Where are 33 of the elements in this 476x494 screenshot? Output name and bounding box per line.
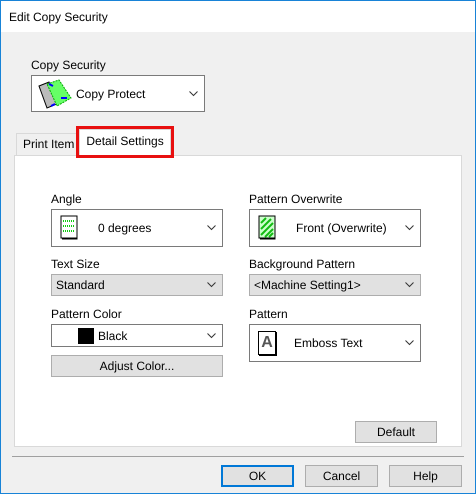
dialog-button[interactable]: OK	[221, 465, 294, 487]
caret-icon	[189, 90, 198, 96]
default-button[interactable]: Default	[355, 421, 437, 443]
dialog-button[interactable]: Cancel	[305, 465, 378, 487]
field-label: Text Size	[51, 257, 101, 271]
dropdown[interactable]: A Emboss Text	[249, 324, 421, 362]
dropdown[interactable]: Front (Overwrite)	[249, 209, 421, 247]
field-label: Background Pattern	[249, 257, 356, 271]
field-label: Copy Security	[31, 58, 107, 72]
hatched-page-icon	[258, 215, 278, 241]
letter-page-icon: A	[258, 331, 276, 355]
caret-icon	[207, 332, 216, 338]
dropdown[interactable]: Black	[51, 324, 223, 347]
field-label: Pattern	[249, 307, 289, 321]
dropdown[interactable]: Standard	[51, 274, 223, 296]
caret-icon	[405, 225, 414, 231]
caret-icon	[207, 225, 216, 231]
copy-protect-icon	[37, 78, 73, 110]
dialog-button[interactable]: Help	[389, 465, 462, 487]
caret-icon	[405, 282, 414, 288]
dropdown[interactable]: <Machine Setting1>	[249, 274, 421, 296]
field-label: Pattern Color	[51, 307, 123, 321]
page-icon	[60, 215, 80, 241]
dropdown[interactable]: 0 degrees	[51, 209, 223, 247]
adjust-color-button[interactable]: Adjust Color...	[51, 355, 223, 377]
tab[interactable]: Detail Settings	[79, 129, 171, 156]
color-swatch	[78, 328, 94, 344]
window-title: Edit Copy Security	[9, 10, 108, 24]
caret-icon	[207, 282, 216, 288]
dropdown[interactable]: Copy Protect	[31, 75, 205, 112]
caret-icon	[405, 340, 414, 346]
field-label: Pattern Overwrite	[249, 192, 344, 206]
field-label: Angle	[51, 192, 83, 206]
